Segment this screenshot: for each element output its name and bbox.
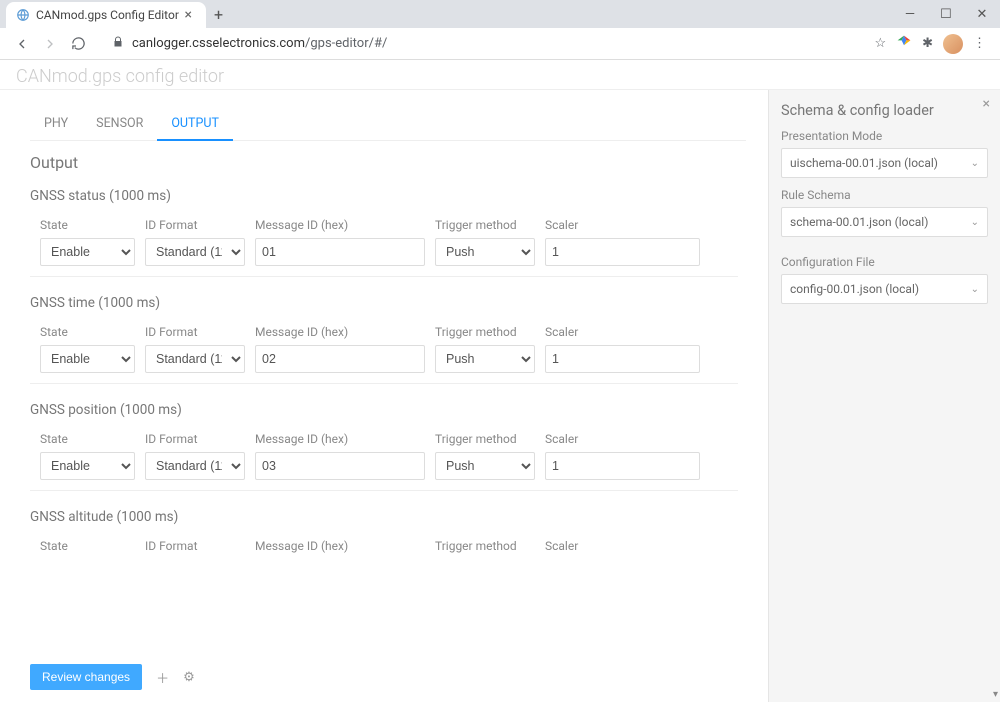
- msgid-label: Message ID (hex): [255, 432, 425, 446]
- browser-tab-strip: CANmod.gps Config Editor × + — ☐ ✕: [0, 0, 1000, 28]
- forward-button[interactable]: [38, 32, 62, 56]
- window-controls: — ☐ ✕: [892, 0, 1000, 28]
- msgid-label: Message ID (hex): [255, 218, 425, 232]
- state-select[interactable]: Enable: [40, 452, 135, 480]
- msgid-label: Message ID (hex): [255, 325, 425, 339]
- content-area: PHY SENSOR OUTPUT Output GNSS status (10…: [0, 90, 768, 702]
- state-select[interactable]: Enable: [40, 238, 135, 266]
- bookmark-icon[interactable]: ☆: [874, 36, 886, 51]
- chevron-down-icon: ⌄: [971, 158, 979, 169]
- idformat-label: ID Format: [145, 325, 245, 339]
- config-label: Configuration File: [781, 255, 988, 269]
- gear-icon[interactable]: ⚙: [183, 670, 195, 685]
- extension-icon[interactable]: [896, 34, 912, 54]
- reload-button[interactable]: [66, 32, 90, 56]
- maximize-button[interactable]: ☐: [928, 0, 964, 28]
- tab-title: CANmod.gps Config Editor: [36, 8, 181, 22]
- scaler-input[interactable]: [545, 345, 700, 373]
- scaler-input[interactable]: [545, 452, 700, 480]
- action-bar: Review changes ＋ ⚙: [30, 664, 195, 690]
- close-window-button[interactable]: ✕: [964, 0, 1000, 28]
- profile-avatar[interactable]: [943, 34, 963, 54]
- state-label: State: [40, 432, 135, 446]
- sidebar-title: Schema & config loader: [781, 102, 988, 119]
- presentation-label: Presentation Mode: [781, 129, 988, 143]
- trigger-label: Trigger method: [435, 539, 535, 553]
- msgid-input[interactable]: [255, 238, 425, 266]
- trigger-select[interactable]: Push: [435, 452, 535, 480]
- output-section: GNSS position (1000 ms) State Enable ID …: [30, 402, 738, 491]
- output-section: GNSS status (1000 ms) State Enable ID Fo…: [30, 188, 738, 277]
- section-title: GNSS status (1000 ms): [30, 188, 728, 204]
- review-changes-button[interactable]: Review changes: [30, 664, 142, 690]
- msgid-input[interactable]: [255, 345, 425, 373]
- state-label: State: [40, 539, 135, 553]
- scaler-input[interactable]: [545, 238, 700, 266]
- tab-output[interactable]: OUTPUT: [157, 108, 233, 141]
- trigger-label: Trigger method: [435, 218, 535, 232]
- field-row: State Enable ID Format Standard (11-bi M…: [30, 218, 728, 266]
- tab-favicon: [16, 8, 30, 22]
- rule-label: Rule Schema: [781, 188, 988, 202]
- scroll-down-icon[interactable]: ▾: [993, 689, 998, 700]
- tab-bar: PHY SENSOR OUTPUT: [30, 108, 746, 141]
- section-title: GNSS position (1000 ms): [30, 402, 728, 418]
- scaler-label: Scaler: [545, 218, 700, 232]
- section-title: GNSS time (1000 ms): [30, 295, 728, 311]
- output-section: GNSS time (1000 ms) State Enable ID Form…: [30, 295, 738, 384]
- presentation-select[interactable]: uischema-00.01.json (local) ⌄: [781, 148, 988, 178]
- rule-select[interactable]: schema-00.01.json (local) ⌄: [781, 207, 988, 237]
- msgid-label: Message ID (hex): [255, 539, 425, 553]
- idformat-select[interactable]: Standard (11-bi: [145, 345, 245, 373]
- presentation-value: uischema-00.01.json (local): [790, 156, 938, 170]
- trigger-label: Trigger method: [435, 432, 535, 446]
- sidebar-close-icon[interactable]: ×: [983, 96, 990, 112]
- close-icon[interactable]: ×: [181, 7, 196, 23]
- app-header: CANmod.gps config editor: [0, 60, 1000, 90]
- config-value: config-00.01.json (local): [790, 282, 919, 296]
- page-title: Output: [30, 153, 746, 172]
- state-label: State: [40, 218, 135, 232]
- field-row: State ID Format Message ID (hex) Trigger…: [30, 539, 728, 559]
- url-text: canlogger.csselectronics.com/gps-editor/…: [132, 36, 387, 51]
- new-tab-button[interactable]: +: [214, 5, 223, 24]
- tab-sensor[interactable]: SENSOR: [82, 108, 157, 140]
- browser-toolbar: canlogger.csselectronics.com/gps-editor/…: [0, 28, 1000, 60]
- scaler-label: Scaler: [545, 325, 700, 339]
- output-section: GNSS altitude (1000 ms) State ID Format …: [30, 509, 738, 569]
- trigger-label: Trigger method: [435, 325, 535, 339]
- menu-icon[interactable]: ⋮: [973, 36, 986, 51]
- trigger-select[interactable]: Push: [435, 345, 535, 373]
- state-select[interactable]: Enable: [40, 345, 135, 373]
- rule-value: schema-00.01.json (local): [790, 215, 928, 229]
- idformat-label: ID Format: [145, 432, 245, 446]
- field-row: State Enable ID Format Standard (11-bi M…: [30, 432, 728, 480]
- chevron-down-icon: ⌄: [971, 284, 979, 295]
- idformat-select[interactable]: Standard (11-bi: [145, 238, 245, 266]
- sections-scroll[interactable]: GNSS status (1000 ms) State Enable ID Fo…: [30, 188, 746, 702]
- sidebar: × Schema & config loader Presentation Mo…: [768, 90, 1000, 702]
- idformat-label: ID Format: [145, 539, 245, 553]
- msgid-input[interactable]: [255, 452, 425, 480]
- config-select[interactable]: config-00.01.json (local) ⌄: [781, 274, 988, 304]
- app-title: CANmod.gps config editor: [16, 66, 984, 87]
- scaler-label: Scaler: [545, 432, 700, 446]
- chevron-down-icon: ⌄: [971, 217, 979, 228]
- lock-icon: [112, 36, 124, 52]
- add-icon[interactable]: ＋: [156, 668, 169, 687]
- state-label: State: [40, 325, 135, 339]
- extensions-icon[interactable]: ✱: [922, 36, 933, 51]
- browser-tab[interactable]: CANmod.gps Config Editor ×: [6, 2, 206, 28]
- minimize-button[interactable]: —: [892, 0, 928, 28]
- idformat-select[interactable]: Standard (11-bi: [145, 452, 245, 480]
- idformat-label: ID Format: [145, 218, 245, 232]
- back-button[interactable]: [10, 32, 34, 56]
- trigger-select[interactable]: Push: [435, 238, 535, 266]
- section-title: GNSS altitude (1000 ms): [30, 509, 728, 525]
- tab-phy[interactable]: PHY: [30, 108, 82, 140]
- scaler-label: Scaler: [545, 539, 700, 553]
- field-row: State Enable ID Format Standard (11-bi M…: [30, 325, 728, 373]
- address-bar[interactable]: canlogger.csselectronics.com/gps-editor/…: [102, 31, 864, 57]
